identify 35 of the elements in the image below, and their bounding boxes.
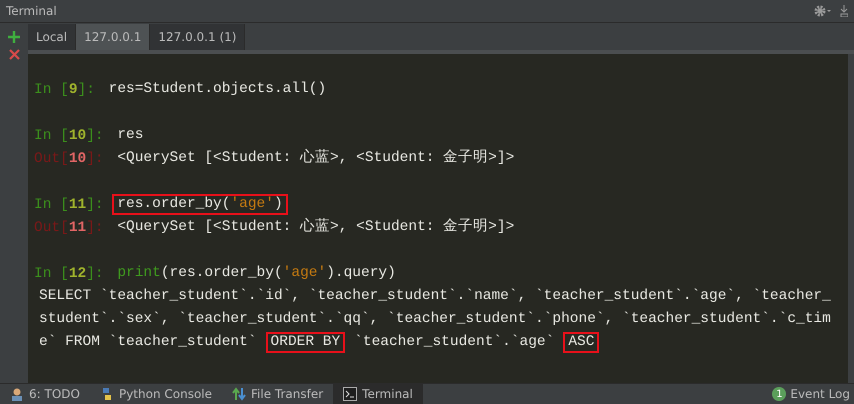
add-icon[interactable]: [8, 31, 20, 43]
terminal-icon: [343, 387, 358, 401]
tool-window-button[interactable]: 6: TODO: [0, 384, 90, 404]
terminal-tab[interactable]: Local: [28, 24, 76, 50]
panel-title: Terminal: [6, 4, 57, 18]
input-prompt: In [12]:: [34, 266, 105, 282]
input-prompt: In [11]:: [34, 196, 105, 212]
event-log-button[interactable]: 1 Event Log: [772, 384, 854, 404]
terminal-tab[interactable]: 127.0.0.1: [76, 24, 150, 50]
code-text: `teacher_student`.`age`: [353, 333, 556, 352]
input-prompt: In [9]:: [34, 82, 96, 98]
transfer-icon: [232, 387, 246, 401]
code-text: print(res.order_by('age').query): [116, 264, 397, 283]
highlighted-code: ORDER BY: [266, 332, 346, 353]
output-prompt: Out[11]:: [34, 220, 105, 236]
code-text: res: [116, 126, 144, 145]
code-text: res=Student.objects.all(): [108, 80, 328, 99]
code-text: student`.`sex`, `teacher_student`.`qq`, `teacher_student`.`phone`, `teacher_student`.`c_tim: [38, 310, 832, 329]
count-badge: 1: [772, 387, 786, 401]
highlighted-code: res.order_by('age'): [112, 194, 288, 215]
code-text: e` FROM `teacher_student`: [38, 333, 258, 352]
input-prompt: In [10]:: [34, 128, 105, 144]
tool-window-button[interactable]: File Transfer: [222, 384, 334, 404]
highlighted-code: ASC: [563, 332, 600, 353]
tool-window-button[interactable]: Python Console: [90, 384, 222, 404]
settings-icon[interactable]: [814, 5, 832, 17]
output-prompt: Out[10]:: [34, 150, 105, 166]
hide-icon[interactable]: [840, 5, 848, 17]
terminal-tab[interactable]: 127.0.0.1 (1): [150, 24, 246, 50]
close-icon[interactable]: [8, 49, 20, 60]
code-text: SELECT `teacher_student`.`id`, `teacher_student`.`name`, `teacher_student`.`age`, `teacher_: [38, 287, 832, 306]
code-text: <QuerySet [<Student: 心蓝>, <Student: 金子明>]>: [116, 217, 516, 237]
code-text: <QuerySet [<Student: 心蓝>, <Student: 金子明>]>: [116, 148, 516, 168]
tool-window-button[interactable]: Terminal: [333, 384, 423, 404]
person-icon: [10, 387, 24, 401]
